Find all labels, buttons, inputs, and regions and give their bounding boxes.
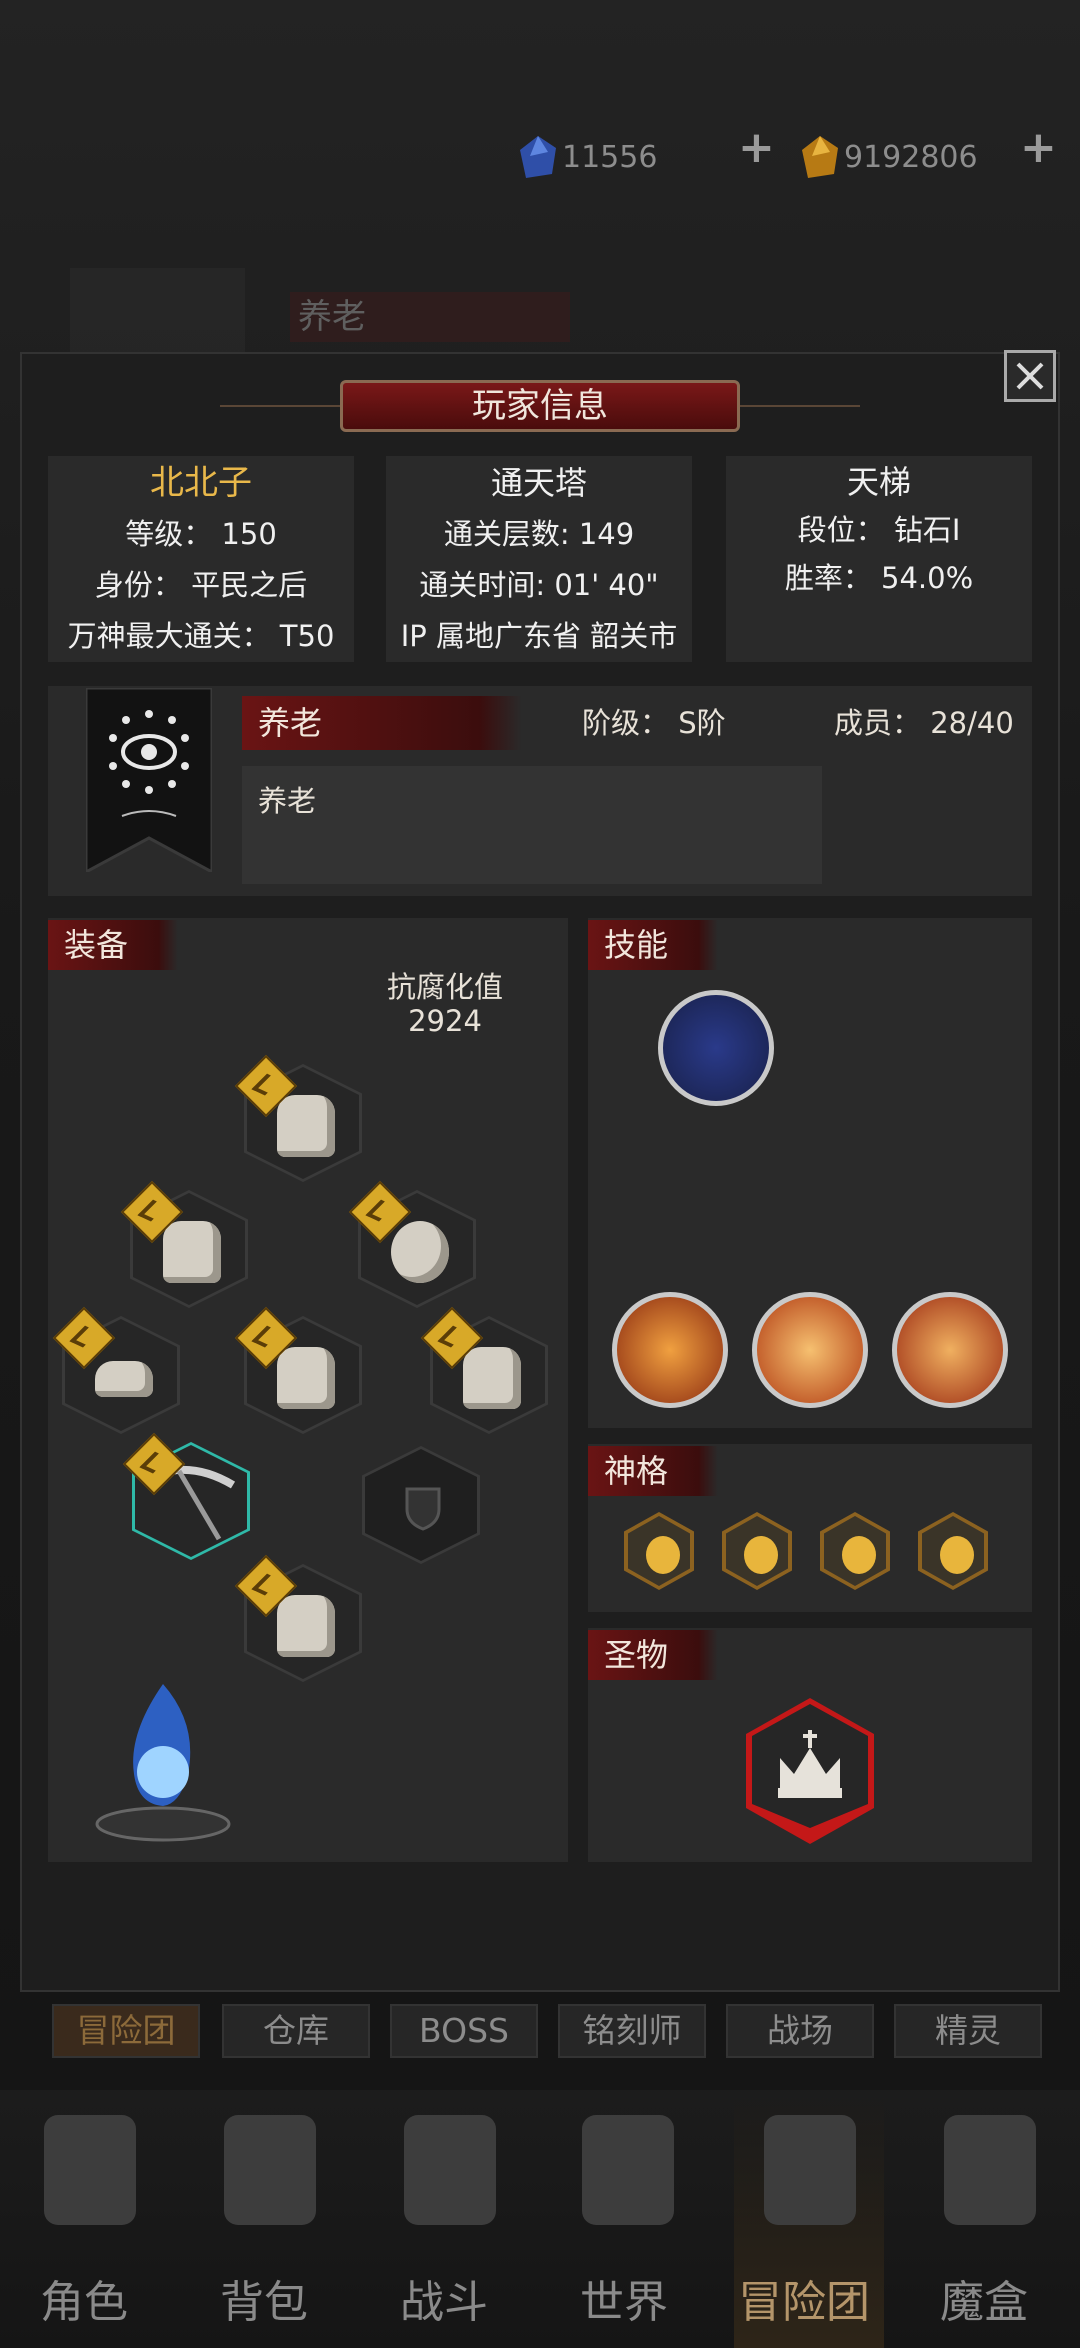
moon-skill-icon[interactable] <box>658 990 774 1106</box>
corruption-resist-value: 2924 <box>408 1004 482 1038</box>
equip-slot-weapon[interactable] <box>122 1432 252 1572</box>
blue-flame-pedestal-icon[interactable] <box>88 1664 238 1844</box>
tower-card: 通天塔 通关层数: 149 通关时间: 01' 40" IP 属地广东省 韶关市 <box>386 456 692 662</box>
crown-item-icon <box>163 1221 221 1283</box>
tab-battlefield[interactable]: 战场 <box>726 2004 874 2058</box>
ring-item-icon <box>391 1221 449 1283</box>
equip-slot-empty-shield[interactable] <box>362 1446 482 1576</box>
vortex-skill-icon[interactable] <box>752 1292 868 1408</box>
ladder-card: 天梯 段位： 钻石I 胜率： 54.0% <box>726 456 1032 662</box>
nav-magic-box[interactable]: 魔盒 <box>940 2266 1028 2330</box>
player-level: 等级： 150 <box>125 517 277 551</box>
shield-icon <box>405 1487 441 1531</box>
equip-slot-belt[interactable] <box>52 1306 182 1446</box>
corruption-resist: 抗腐化值 2924 <box>380 970 510 1038</box>
nav-role[interactable]: 角色 <box>40 2266 128 2330</box>
guild-banner-eye-icon <box>86 688 212 872</box>
flame-figure-skill-icon[interactable] <box>612 1292 728 1408</box>
player-max-clear: 万神最大通关： T50 <box>67 619 335 653</box>
tab-adventure-group[interactable]: 冒险团 <box>52 2004 200 2058</box>
backpack-icon[interactable] <box>224 2115 316 2225</box>
guild-notice: 养老 <box>242 766 822 884</box>
crown-relic-icon[interactable] <box>744 1696 876 1846</box>
corruption-resist-label: 抗腐化值 <box>386 970 503 1004</box>
modal-title: 玩家信息 <box>340 380 740 432</box>
equipment-title: 装备 <box>48 920 178 970</box>
background-guild-name: 养老 <box>290 292 570 342</box>
equip-slot-helmet[interactable] <box>234 1054 364 1194</box>
equip-slot-boots[interactable] <box>234 1554 364 1694</box>
ladder-rank: 段位： 钻石I <box>797 513 961 547</box>
cube-icon[interactable] <box>944 2115 1036 2225</box>
nav-backpack[interactable]: 背包 <box>220 2266 308 2330</box>
relic-title: 圣物 <box>588 1630 718 1680</box>
helmet-item-icon <box>277 1095 335 1157</box>
bottom-nav <box>0 2090 1080 2348</box>
nav-battle[interactable]: 战斗 <box>400 2266 488 2330</box>
add-gold-gem-button[interactable]: + <box>1020 122 1057 173</box>
belt-item-icon <box>95 1361 153 1397</box>
boots-item-icon <box>277 1595 335 1657</box>
guild-name: 养老 <box>242 696 522 750</box>
nav-adventure-group[interactable]: 冒险团 <box>738 2266 870 2330</box>
guild-members: 成员： 28/40 <box>834 706 1014 740</box>
nav-world[interactable]: 世界 <box>580 2266 668 2330</box>
cloak-item-icon <box>463 1347 521 1409</box>
tower-title: 通天塔 <box>490 464 587 502</box>
map-icon[interactable] <box>582 2115 674 2225</box>
tab-spirit[interactable]: 精灵 <box>894 2004 1042 2058</box>
tab-engraver[interactable]: 铭刻师 <box>558 2004 706 2058</box>
castle-icon[interactable] <box>764 2115 856 2225</box>
tab-warehouse[interactable]: 仓库 <box>222 2004 370 2058</box>
blue-gem-icon <box>520 136 556 178</box>
tower-time: 通关时间: 01' 40" <box>419 568 659 602</box>
close-button[interactable] <box>1004 350 1056 402</box>
equip-slot-ring[interactable] <box>348 1180 478 1320</box>
divinity-title: 神格 <box>588 1446 718 1496</box>
player-card: 北北子 等级： 150 身份： 平民之后 万神最大通关： T50 <box>48 456 354 662</box>
tower-floors: 通关层数: 149 <box>443 517 635 551</box>
tab-boss[interactable]: BOSS <box>390 2004 538 2058</box>
ladder-winrate: 胜率： 54.0% <box>784 561 974 595</box>
ladder-title: 天梯 <box>846 463 911 501</box>
cross-skill-icon[interactable] <box>892 1292 1008 1408</box>
equip-slot-cloak[interactable] <box>420 1306 550 1446</box>
player-identity: 身份： 平民之后 <box>94 568 308 602</box>
skills-title: 技能 <box>588 920 718 970</box>
player-ip-location: IP 属地广东省 韶关市 <box>400 619 678 653</box>
equip-slot-armor[interactable] <box>234 1306 364 1446</box>
gold-gem-icon <box>802 136 838 178</box>
swords-icon[interactable] <box>404 2115 496 2225</box>
helmet-icon[interactable] <box>44 2115 136 2225</box>
equip-slot-crown[interactable] <box>120 1180 250 1320</box>
armor-item-icon <box>277 1347 335 1409</box>
player-name: 北北子 <box>150 463 252 503</box>
guild-grade: 阶级： S阶 <box>582 706 726 740</box>
currency-blue-gem: 11556 <box>518 130 768 184</box>
add-blue-gem-button[interactable]: + <box>738 122 775 173</box>
